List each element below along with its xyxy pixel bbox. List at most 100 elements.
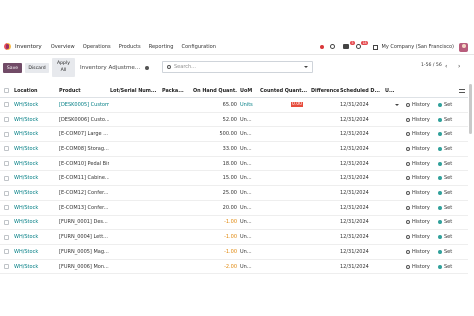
- row-checkbox[interactable]: [4, 131, 9, 137]
- row-checkbox[interactable]: [4, 234, 9, 240]
- cell-location[interactable]: WH/Stock: [14, 98, 56, 112]
- menu-configuration[interactable]: Configuration: [181, 44, 216, 50]
- table-row[interactable]: WH/Stock [DESK0005] Customiz 65.00 Units…: [0, 98, 468, 113]
- set-button[interactable]: Set: [438, 245, 460, 259]
- cell-counted[interactable]: 0.00: [283, 98, 303, 112]
- header-product[interactable]: Product: [59, 84, 107, 97]
- row-checkbox[interactable]: [4, 146, 9, 152]
- cell-scheduled[interactable]: 12/31/2024: [340, 230, 380, 244]
- cell-counted[interactable]: [283, 230, 303, 244]
- header-counted[interactable]: Counted Quant...: [260, 84, 308, 97]
- select-all-checkbox[interactable]: [4, 88, 9, 93]
- menu-products[interactable]: Products: [119, 44, 141, 50]
- app-name[interactable]: Inventory: [15, 44, 42, 50]
- row-checkbox[interactable]: [4, 161, 9, 167]
- pager-value[interactable]: 1-56 / 56: [421, 63, 442, 68]
- cell-scheduled[interactable]: 12/31/2024: [340, 127, 380, 141]
- set-button[interactable]: Set: [438, 201, 460, 215]
- cell-product[interactable]: [DESK0006] Custo...: [59, 113, 109, 127]
- cell-scheduled[interactable]: 12/31/2024: [340, 157, 380, 171]
- discard-button[interactable]: Discard: [25, 63, 49, 73]
- history-button[interactable]: History: [406, 98, 436, 112]
- pager-next-button[interactable]: ›: [458, 63, 460, 70]
- cell-counted[interactable]: [283, 172, 303, 186]
- set-button[interactable]: Set: [438, 157, 460, 171]
- gear-icon[interactable]: [145, 66, 149, 70]
- row-checkbox-cell[interactable]: [4, 245, 9, 259]
- menu-operations[interactable]: Operations: [83, 44, 111, 50]
- cell-location[interactable]: WH/Stock: [14, 113, 56, 127]
- set-button[interactable]: Set: [438, 172, 460, 186]
- recording-dot-icon[interactable]: [319, 45, 324, 49]
- row-checkbox-cell[interactable]: [4, 113, 9, 127]
- table-row[interactable]: WH/Stock [E-COM08] Storag... 33.00 Un...…: [0, 142, 468, 157]
- row-checkbox[interactable]: [4, 175, 9, 181]
- cell-product[interactable]: [FURN_0005] Mag...: [59, 245, 109, 259]
- cell-product[interactable]: [E-COM08] Storag...: [59, 142, 109, 156]
- row-checkbox-cell[interactable]: [4, 216, 9, 230]
- cell-scheduled[interactable]: 12/31/2024: [340, 142, 380, 156]
- history-button[interactable]: History: [406, 142, 436, 156]
- cell-counted[interactable]: [283, 142, 303, 156]
- row-checkbox-cell[interactable]: [4, 172, 9, 186]
- row-checkbox-cell[interactable]: [4, 230, 9, 244]
- row-checkbox[interactable]: [4, 249, 9, 255]
- table-row[interactable]: WH/Stock [FURN_0001] Des... -1.00 Un... …: [0, 216, 468, 231]
- row-checkbox-cell[interactable]: [4, 260, 9, 274]
- row-checkbox[interactable]: [4, 219, 9, 225]
- company-switcher[interactable]: My Company (San Francisco): [382, 44, 455, 50]
- history-button[interactable]: History: [406, 201, 436, 215]
- header-scheduled[interactable]: Scheduled D...: [340, 84, 380, 97]
- table-row[interactable]: WH/Stock [E-COM10] Pedal Bin 18.00 Un...…: [0, 157, 468, 172]
- table-row[interactable]: WH/Stock [FURN_0006] Mon... -2.00 Un... …: [0, 260, 468, 275]
- row-checkbox[interactable]: [4, 264, 9, 270]
- cell-scheduled[interactable]: 12/31/2024: [340, 260, 380, 274]
- odoo-logo-icon[interactable]: [4, 43, 11, 50]
- cell-location[interactable]: WH/Stock: [14, 127, 56, 141]
- cell-counted[interactable]: [283, 260, 303, 274]
- cell-location[interactable]: WH/Stock: [14, 157, 56, 171]
- cell-location[interactable]: WH/Stock: [14, 216, 56, 230]
- history-button[interactable]: History: [406, 260, 436, 274]
- cell-counted[interactable]: [283, 201, 303, 215]
- header-location[interactable]: Location: [14, 84, 54, 97]
- row-checkbox-cell[interactable]: [4, 142, 9, 156]
- cell-product[interactable]: [DESK0005] Customiz: [59, 98, 109, 112]
- avatar[interactable]: [459, 42, 468, 52]
- history-button[interactable]: History: [406, 245, 436, 259]
- cell-product[interactable]: [E-COM13] Confer...: [59, 201, 109, 215]
- cell-scheduled[interactable]: 12/31/2024: [340, 113, 380, 127]
- row-checkbox[interactable]: [4, 102, 9, 108]
- cell-location[interactable]: WH/Stock: [14, 260, 56, 274]
- set-button[interactable]: Set: [438, 127, 460, 141]
- cell-counted[interactable]: [283, 245, 303, 259]
- cell-product[interactable]: [E-COM07] Large ...: [59, 127, 109, 141]
- pager-previous-button[interactable]: ‹: [445, 63, 447, 70]
- clock-icon-wrap[interactable]: [329, 44, 337, 50]
- chat-icon-wrap[interactable]: 5: [342, 41, 355, 50]
- table-row[interactable]: WH/Stock [FURN_0004] Lett... -1.00 Un...…: [0, 230, 468, 245]
- cell-scheduled[interactable]: 12/31/2024: [340, 172, 380, 186]
- history-button[interactable]: History: [406, 216, 436, 230]
- cell-location[interactable]: WH/Stock: [14, 230, 56, 244]
- cell-location[interactable]: WH/Stock: [14, 245, 56, 259]
- menu-overview[interactable]: Overview: [51, 44, 75, 50]
- search-bar[interactable]: Search...: [162, 61, 313, 73]
- table-row[interactable]: WH/Stock [FURN_0005] Mag... -1.00 Un... …: [0, 245, 468, 260]
- search-input[interactable]: Search...: [174, 64, 196, 70]
- cell-counted[interactable]: [283, 157, 303, 171]
- cell-counted[interactable]: [283, 186, 303, 200]
- menu-reporting[interactable]: Reporting: [149, 44, 174, 50]
- counted-value[interactable]: 0.00: [290, 102, 303, 108]
- cell-scheduled[interactable]: 12/31/2024: [340, 245, 380, 259]
- apply-all-button[interactable]: Apply All: [52, 58, 75, 77]
- row-checkbox[interactable]: [4, 190, 9, 196]
- scrollbar[interactable]: [469, 84, 472, 134]
- header-difference[interactable]: Difference: [311, 84, 339, 97]
- cell-location[interactable]: WH/Stock: [14, 201, 56, 215]
- user-dropdown-caret[interactable]: [395, 98, 399, 112]
- cell-product[interactable]: [E-COM12] Confer...: [59, 186, 109, 200]
- row-checkbox-cell[interactable]: [4, 201, 9, 215]
- save-button[interactable]: Save: [3, 63, 22, 73]
- header-uom[interactable]: UoM: [240, 84, 258, 97]
